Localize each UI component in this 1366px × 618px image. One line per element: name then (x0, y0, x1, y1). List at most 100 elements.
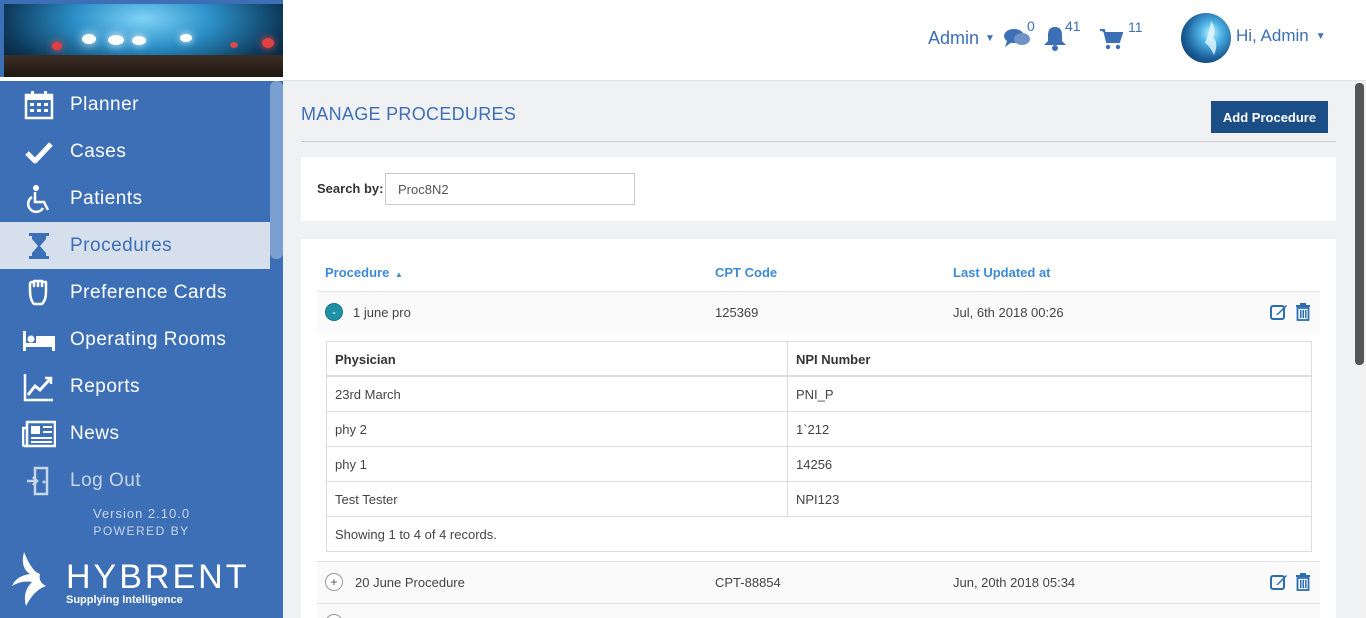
messages-button[interactable]: 0 (1003, 18, 1035, 55)
sidebar-nav: Planner Cases Patients Procedures Prefer… (0, 81, 270, 504)
subtable-row: Test Tester NPI123 (327, 482, 1311, 517)
check-icon (22, 137, 56, 167)
cart-icon (1099, 28, 1124, 55)
subtable-row: 23rd March PNI_P (327, 377, 1311, 412)
admin-dropdown[interactable]: Admin ▼ (928, 28, 995, 49)
search-label: Search by: (317, 181, 384, 196)
bell-icon (1043, 25, 1067, 56)
user-menu[interactable]: Hi, Admin ▼ (1236, 26, 1326, 46)
cart-count: 11 (1128, 19, 1143, 35)
collapse-row-toggle[interactable]: - (325, 303, 343, 321)
main-content: MANAGE PROCEDURES Add Procedure Search b… (283, 81, 1353, 618)
brand-name: HYBRENT (66, 558, 250, 596)
sidebar-item-label: Log Out (70, 469, 142, 491)
physician-name: Test Tester (327, 482, 788, 516)
table-row[interactable] (317, 603, 1320, 618)
sidebar-item-operating-rooms[interactable]: Operating Rooms (0, 316, 270, 363)
procedure-name: 1 june pro (353, 305, 411, 320)
top-header: Admin ▼ 0 41 11 Hi, Admin ▼ (283, 0, 1366, 81)
cpt-code: 125369 (715, 305, 759, 320)
npi-number: 14256 (796, 457, 833, 472)
table-row[interactable]: + 20 June Procedure CPT-88854 Jun, 20th … (317, 561, 1320, 603)
page-title: MANAGE PROCEDURES (301, 104, 517, 124)
trash-icon[interactable] (1293, 572, 1313, 592)
sidebar-item-preference-cards[interactable]: Preference Cards (0, 269, 270, 316)
scrollbar-thumb[interactable] (1355, 83, 1364, 365)
edit-icon[interactable] (1269, 302, 1289, 322)
sidebar-scrollbar[interactable] (270, 81, 283, 259)
sidebar-item-label: News (70, 422, 120, 444)
logout-door-icon (22, 466, 56, 496)
subtable-header-physician: Physician (327, 342, 788, 375)
sidebar-item-label: Operating Rooms (70, 328, 227, 350)
physician-subtable: Physician NPI Number 23rd March PNI_P ph… (326, 341, 1312, 552)
sidebar-item-label: Reports (70, 375, 141, 397)
npi-number: NPI123 (796, 492, 840, 507)
add-procedure-button[interactable]: Add Procedure (1211, 101, 1328, 133)
subtable-row: phy 1 14256 (327, 447, 1311, 482)
last-updated: Jun, 20th 2018 05:34 (953, 575, 1076, 590)
hourglass-icon (22, 231, 56, 261)
caret-down-icon: ▼ (1315, 30, 1326, 42)
physician-name: 23rd March (327, 377, 788, 411)
procedures-table: Procedure ▲ CPT Code Last Updated at - 1… (301, 239, 1336, 618)
procedure-name: 20 June Procedure (355, 575, 465, 590)
powered-by-text: POWERED BY (93, 524, 190, 538)
sidebar-item-label: Planner (70, 93, 139, 115)
sidebar-item-reports[interactable]: Reports (0, 363, 270, 410)
column-header-last-updated[interactable]: Last Updated at (953, 265, 1051, 280)
bed-icon (22, 325, 56, 355)
sidebar-item-news[interactable]: News (0, 410, 270, 457)
npi-number: 1`212 (796, 422, 830, 437)
newspaper-icon (22, 419, 56, 449)
sidebar-item-procedures[interactable]: Procedures (0, 222, 270, 269)
trash-icon[interactable] (1293, 302, 1313, 322)
cpt-code: CPT-88854 (715, 575, 781, 590)
search-panel: Search by: (301, 157, 1336, 221)
avatar[interactable] (1181, 13, 1231, 63)
caret-down-icon: ▼ (985, 33, 995, 44)
physician-name: phy 1 (327, 447, 788, 481)
hybrent-logo: HYBRENT Supplying Intelligence (10, 548, 270, 610)
hybrent-bird-icon (12, 552, 46, 606)
hand-icon (22, 278, 56, 308)
sidebar-item-patients[interactable]: Patients (0, 175, 270, 222)
row-actions (1269, 572, 1313, 592)
column-header-cpt-code[interactable]: CPT Code (715, 265, 777, 280)
subtable-row: phy 2 1`212 (327, 412, 1311, 447)
search-input[interactable] (385, 173, 635, 205)
sidebar-item-cases[interactable]: Cases (0, 128, 270, 175)
line-chart-icon (22, 372, 56, 402)
version-text: Version 2.10.0 (92, 506, 191, 521)
sort-asc-icon: ▲ (394, 270, 403, 279)
column-header-procedure[interactable]: Procedure ▲ (325, 265, 403, 280)
expand-row-toggle[interactable] (325, 614, 343, 618)
subtable-header-npi: NPI Number (796, 352, 871, 367)
notifications-count: 41 (1065, 18, 1081, 34)
npi-number: PNI_P (796, 387, 834, 402)
expand-row-toggle[interactable]: + (325, 573, 343, 591)
calendar-icon (22, 90, 56, 120)
sidebar-item-label: Patients (70, 187, 143, 209)
subtable-footer: Showing 1 to 4 of 4 records. (335, 527, 497, 542)
sidebar-item-planner[interactable]: Planner (0, 81, 270, 128)
cart-button[interactable]: 11 (1099, 19, 1143, 55)
brand-tagline: Supplying Intelligence (66, 594, 183, 606)
sidebar: Planner Cases Patients Procedures Prefer… (0, 0, 283, 618)
notifications-button[interactable]: 41 (1043, 18, 1081, 56)
edit-icon[interactable] (1269, 572, 1289, 592)
wheelchair-icon (22, 184, 56, 214)
sidebar-item-label: Preference Cards (70, 281, 227, 303)
sidebar-item-label: Procedures (70, 234, 173, 256)
divider (301, 141, 1336, 142)
table-row[interactable]: - 1 june pro 125369 Jul, 6th 2018 00:26 (317, 291, 1320, 333)
main-scrollbar[interactable] (1353, 81, 1366, 618)
sidebar-item-label: Cases (70, 140, 127, 162)
app-logo-image (4, 4, 283, 77)
sidebar-item-log-out[interactable]: Log Out (0, 457, 270, 504)
last-updated: Jul, 6th 2018 00:26 (953, 305, 1064, 320)
admin-dropdown-label: Admin (928, 28, 980, 48)
row-actions (1269, 302, 1313, 322)
messages-count: 0 (1027, 18, 1035, 34)
greeting-label: Hi, Admin (1236, 26, 1309, 45)
